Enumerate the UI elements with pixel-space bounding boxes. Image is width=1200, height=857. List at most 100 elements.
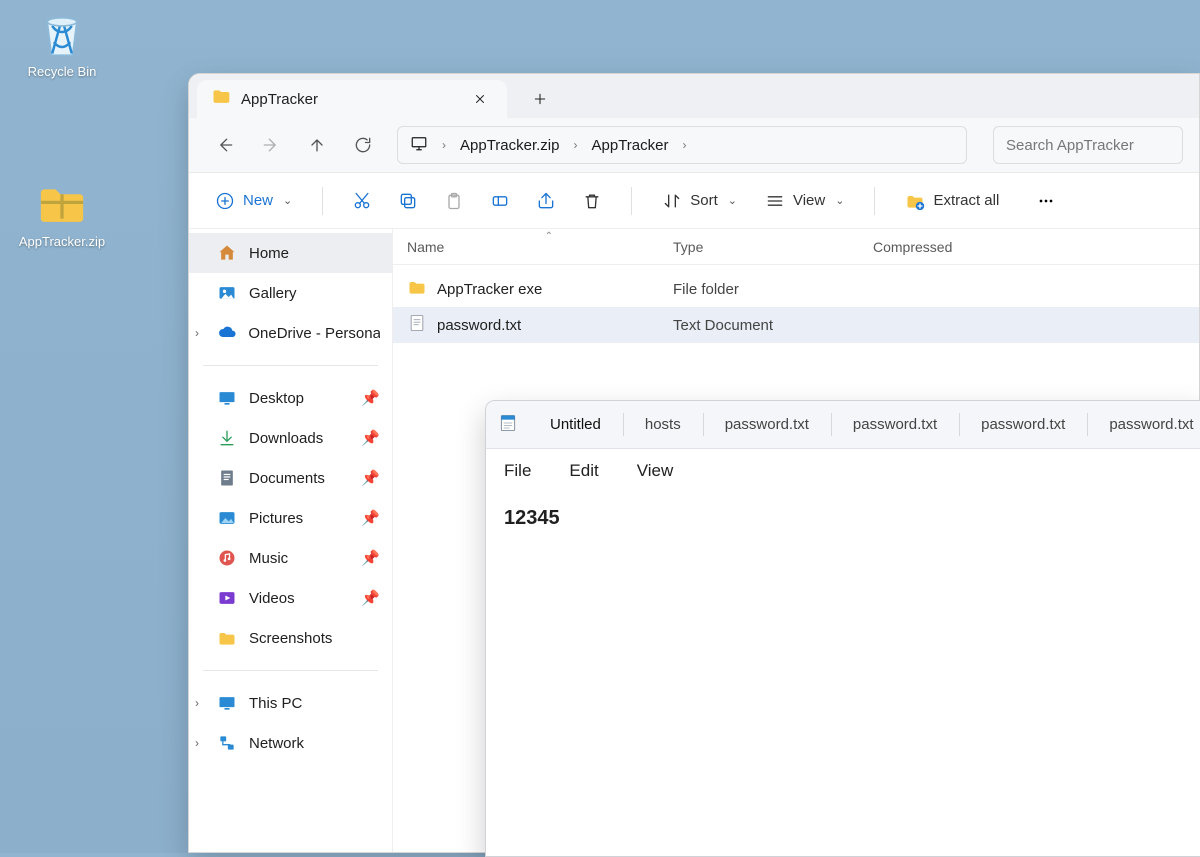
divider	[203, 365, 378, 366]
file-row[interactable]: AppTracker exe File folder	[393, 271, 1199, 307]
sidebar-item-label: Home	[249, 245, 289, 262]
file-row[interactable]: password.txt Text Document	[393, 307, 1199, 343]
notepad-tabs: Untitledhostspassword.txtpassword.txtpas…	[528, 401, 1200, 448]
breadcrumb[interactable]: › AppTracker.zip › AppTracker ›	[397, 126, 967, 164]
delete-button[interactable]	[575, 181, 609, 221]
sidebar-item-documents[interactable]: Documents 📌	[189, 458, 392, 498]
sidebar-item-label: Pictures	[249, 510, 303, 527]
column-header-compressed[interactable]: Compressed	[873, 239, 1199, 255]
desktop-icon-apptracker-zip[interactable]: AppTracker.zip	[12, 178, 112, 249]
monitor-icon	[410, 134, 428, 156]
file-name: password.txt	[437, 317, 521, 334]
new-button[interactable]: New ⌄	[207, 181, 300, 221]
column-header-type[interactable]: Type	[673, 239, 873, 255]
rows: AppTracker exe File folder password.txt Tex…	[393, 265, 1199, 343]
menu-file[interactable]: File	[504, 461, 531, 481]
sidebar-item-label: Videos	[249, 590, 295, 607]
cut-button[interactable]	[345, 181, 379, 221]
file-name: AppTracker exe	[437, 281, 542, 298]
back-button[interactable]	[205, 125, 245, 165]
sidebar-item-label: OneDrive - Personal	[248, 325, 380, 342]
sidebar-item-pictures[interactable]: Pictures 📌	[189, 498, 392, 538]
paste-button[interactable]	[437, 181, 471, 221]
editor-content: 12345	[504, 507, 560, 529]
tab-title: AppTracker	[241, 91, 457, 108]
sidebar-item-downloads[interactable]: Downloads 📌	[189, 418, 392, 458]
sidebar-item-label: Desktop	[249, 390, 304, 407]
forward-button[interactable]	[251, 125, 291, 165]
sidebar-item-music[interactable]: Music 📌	[189, 538, 392, 578]
new-tab-button[interactable]	[527, 86, 553, 112]
menu-view[interactable]: View	[637, 461, 674, 481]
more-button[interactable]	[1029, 181, 1063, 221]
chevron-down-icon: ⌄	[728, 194, 737, 207]
pin-icon: 📌	[361, 509, 380, 527]
file-type: Text Document	[673, 317, 873, 334]
toolbar: New ⌄ Sort ⌄ View ⌄ Extract all	[189, 173, 1199, 229]
column-headers: Name ⌃ Type Compressed	[393, 229, 1199, 265]
sidebar-item-label: Music	[249, 550, 288, 567]
column-header-label: Compressed	[873, 239, 952, 255]
notepad-tab[interactable]: password.txt	[831, 401, 959, 448]
notepad-tab[interactable]: hosts	[623, 401, 703, 448]
search-input[interactable]: Search AppTracker	[993, 126, 1183, 164]
chevron-right-icon: ›	[682, 138, 686, 152]
refresh-button[interactable]	[343, 125, 383, 165]
recycle-bin-icon	[12, 8, 112, 60]
chevron-right-icon: ›	[442, 138, 446, 152]
notepad-editor[interactable]: 12345	[486, 493, 1200, 856]
pin-icon: 📌	[361, 389, 380, 407]
sidebar-item-screenshots[interactable]: Screenshots	[189, 618, 392, 658]
pin-icon: 📌	[361, 469, 380, 487]
breadcrumb-segment[interactable]: AppTracker.zip	[460, 137, 560, 154]
folder-icon	[407, 277, 427, 301]
up-button[interactable]	[297, 125, 337, 165]
column-header-name[interactable]: Name ⌃	[393, 239, 673, 255]
copy-button[interactable]	[391, 181, 425, 221]
divider	[322, 187, 323, 215]
rename-button[interactable]	[483, 181, 517, 221]
folder-icon	[211, 87, 231, 111]
sidebar-item-label: Screenshots	[249, 630, 332, 647]
sidebar-item-network[interactable]: › Network	[189, 723, 392, 763]
chevron-right-icon: ›	[574, 138, 578, 152]
notepad-tab[interactable]: password.txt	[959, 401, 1087, 448]
sidebar-item-onedrive[interactable]: › OneDrive - Personal	[189, 313, 392, 353]
search-placeholder: Search AppTracker	[1006, 137, 1134, 154]
view-button[interactable]: View ⌄	[757, 181, 852, 221]
titlebar: AppTracker	[189, 74, 1199, 118]
column-header-label: Type	[673, 239, 703, 255]
chevron-down-icon: ⌄	[283, 194, 292, 207]
chevron-right-icon: ›	[195, 736, 199, 750]
zip-folder-icon	[12, 178, 112, 230]
sort-button[interactable]: Sort ⌄	[654, 181, 745, 221]
sidebar-item-label: This PC	[249, 695, 302, 712]
text-file-icon	[407, 313, 427, 337]
chevron-down-icon: ⌄	[835, 194, 844, 207]
notepad-app-icon	[494, 413, 528, 437]
sidebar-item-home[interactable]: Home	[189, 233, 392, 273]
pin-icon: 📌	[361, 549, 380, 567]
share-button[interactable]	[529, 181, 563, 221]
sidebar-item-videos[interactable]: Videos 📌	[189, 578, 392, 618]
new-button-label: New	[243, 192, 273, 209]
extract-all-button[interactable]: Extract all	[897, 181, 1007, 221]
extract-all-label: Extract all	[933, 192, 999, 209]
sidebar-item-label: Gallery	[249, 285, 297, 302]
notepad-tab[interactable]: password.txt	[703, 401, 831, 448]
menu-edit[interactable]: Edit	[569, 461, 598, 481]
window-tab[interactable]: AppTracker	[197, 80, 507, 118]
file-type: File folder	[673, 281, 873, 298]
pin-icon: 📌	[361, 429, 380, 447]
close-tab-button[interactable]	[467, 86, 493, 112]
pin-icon: 📌	[361, 589, 380, 607]
divider	[203, 670, 378, 671]
desktop-icon-recycle-bin[interactable]: Recycle Bin	[12, 8, 112, 79]
sidebar-item-gallery[interactable]: Gallery	[189, 273, 392, 313]
sidebar-item-desktop[interactable]: Desktop 📌	[189, 378, 392, 418]
sidebar-item-label: Downloads	[249, 430, 323, 447]
sidebar-item-this-pc[interactable]: › This PC	[189, 683, 392, 723]
breadcrumb-segment[interactable]: AppTracker	[592, 137, 669, 154]
notepad-tab[interactable]: password.txt	[1087, 401, 1200, 448]
notepad-tab[interactable]: Untitled	[528, 401, 623, 448]
